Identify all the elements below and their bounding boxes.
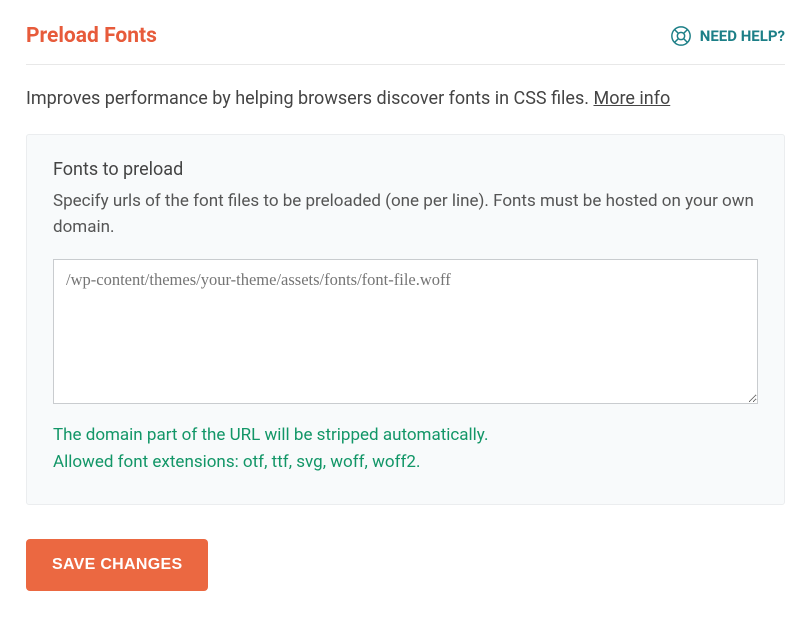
hint-line: Allowed font extensions: otf, ttf, svg, … <box>53 449 758 476</box>
need-help-label: NEED HELP? <box>700 27 785 45</box>
more-info-link[interactable]: More info <box>593 88 670 109</box>
save-changes-button[interactable]: SAVE CHANGES <box>26 539 208 591</box>
fonts-to-preload-input[interactable] <box>53 259 758 404</box>
fonts-panel: Fonts to preload Specify urls of the fon… <box>26 134 785 505</box>
field-label: Fonts to preload <box>53 159 758 180</box>
field-hint: The domain part of the URL will be strip… <box>53 422 758 476</box>
field-help: Specify urls of the font files to be pre… <box>53 188 758 241</box>
need-help-link[interactable]: NEED HELP? <box>670 25 785 47</box>
section-title: Preload Fonts <box>26 24 157 48</box>
description-text: Improves performance by helping browsers… <box>26 88 593 109</box>
lifebuoy-icon <box>670 25 692 47</box>
section-description: Improves performance by helping browsers… <box>26 85 785 112</box>
section-header: Preload Fonts NEED HELP? <box>26 24 785 65</box>
hint-line: The domain part of the URL will be strip… <box>53 422 758 449</box>
